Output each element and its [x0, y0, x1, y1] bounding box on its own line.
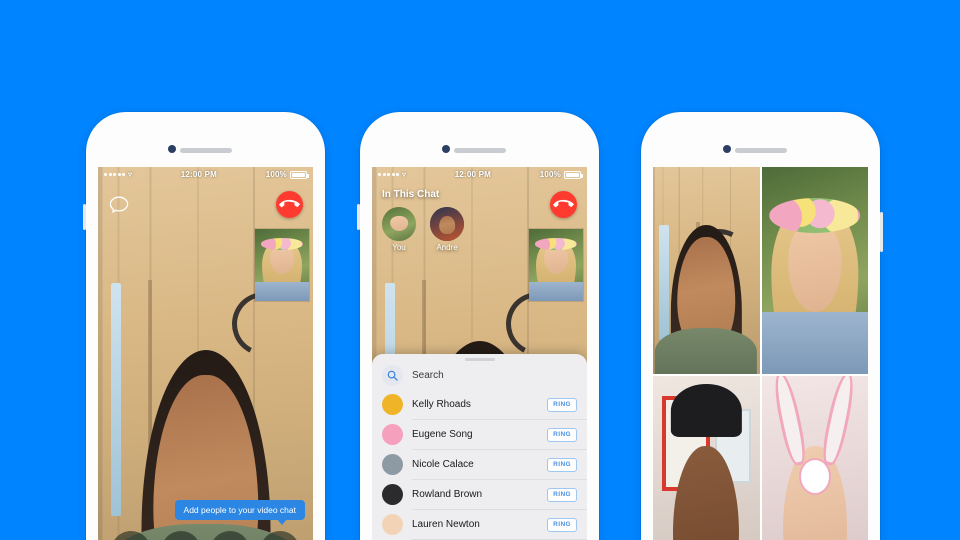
ring-button[interactable]: RING [547, 487, 577, 502]
signal-dots-icon [104, 173, 125, 176]
phone-side-button [357, 204, 360, 230]
status-time: 12:00 PM [180, 170, 218, 179]
self-view-jacket [529, 282, 583, 301]
end-call-button[interactable] [550, 190, 577, 218]
signal-dots-icon [378, 173, 399, 176]
status-time: 12:00 PM [454, 170, 492, 179]
flip-camera-button[interactable] [210, 531, 251, 540]
flower-crown-icon [534, 238, 578, 250]
self-view-pip[interactable] [255, 229, 309, 301]
ring-button[interactable]: RING [547, 517, 577, 532]
phone-1-screen: ▿ 12:00 PM 100% Add people to your video… [98, 167, 313, 540]
contact-name: Eugene Song [412, 429, 473, 440]
phone-2-add-people: ▿ 12:00 PM 100% In This Chat You Andre S… [357, 112, 599, 540]
mute-button[interactable] [160, 531, 201, 540]
participant-tile-2[interactable] [761, 167, 868, 374]
phone-2-screen: ▿ 12:00 PM 100% In This Chat You Andre S… [372, 167, 587, 540]
phone-3-screen [653, 167, 868, 540]
contact-list: Kelly Rhoads RING Eugene Song RING Nicole Ca… [372, 390, 587, 540]
status-bar: ▿ 12:00 PM 100% [98, 167, 313, 182]
ring-button[interactable]: RING [547, 457, 577, 472]
contact-name: Rowland Brown [412, 489, 483, 500]
phone-1-video-call: ▿ 12:00 PM 100% Add people to your video… [83, 112, 325, 540]
search-row[interactable]: Search [372, 361, 587, 390]
self-view-pip[interactable] [529, 229, 583, 301]
ring-button[interactable]: RING [547, 397, 577, 412]
add-people-sheet: Search Kelly Rhoads RING Eugene Song RING Ni… [372, 354, 587, 540]
video-grid [653, 167, 868, 540]
participant-tile-4[interactable] [761, 375, 868, 540]
earpiece-speaker [734, 148, 787, 153]
contact-row[interactable]: Nicole Calace RING [372, 450, 587, 479]
avatar [382, 424, 403, 445]
flower-crown-icon [260, 238, 304, 250]
contact-name: Kelly Rhoads [412, 399, 471, 410]
phone-3-group-video [641, 112, 883, 540]
wifi-icon: ▿ [128, 169, 133, 179]
contact-row[interactable]: Eugene Song RING [372, 420, 587, 449]
front-camera-dot [442, 145, 450, 153]
call-top-bar [98, 182, 313, 226]
avatar [382, 514, 403, 535]
avatar [382, 484, 403, 505]
self-view-jacket [255, 282, 309, 301]
battery-icon [563, 170, 583, 179]
battery-icon [289, 170, 309, 179]
earpiece-speaker [453, 148, 506, 153]
avatar [382, 394, 403, 415]
phone-side-button [880, 212, 883, 252]
contact-name: Lauren Newton [412, 519, 480, 530]
wifi-icon: ▿ [402, 169, 407, 179]
participant-tile-3[interactable] [653, 375, 760, 540]
chat-bubble-icon[interactable] [108, 193, 130, 215]
bunny-ears-icon [770, 375, 860, 468]
front-camera-dot [168, 145, 176, 153]
participant-name: Andre [436, 243, 458, 252]
add-person-button[interactable] [260, 531, 301, 540]
call-controls-bar [98, 520, 313, 540]
contact-name: Nicole Calace [412, 459, 474, 470]
contact-row[interactable]: Lauren Newton RING [372, 510, 587, 539]
battery-percent: 100% [265, 170, 287, 179]
effects-bar [653, 536, 868, 540]
call-top-bar [372, 182, 587, 226]
search-label: Search [412, 370, 444, 381]
phone-side-button [83, 204, 86, 230]
contact-row[interactable]: Rowland Brown RING [372, 480, 587, 509]
front-camera-dot [723, 145, 731, 153]
bunny-nose-icon [798, 458, 831, 496]
contact-row[interactable]: Kelly Rhoads RING [372, 390, 587, 419]
status-bar: ▿ 12:00 PM 100% [372, 167, 587, 182]
video-toggle-button[interactable] [110, 531, 151, 540]
avatar [382, 454, 403, 475]
battery-percent: 100% [539, 170, 561, 179]
ring-button[interactable]: RING [547, 427, 577, 442]
participant-name: You [392, 243, 406, 252]
search-icon [382, 365, 403, 386]
add-people-tooltip: Add people to your video chat [174, 500, 305, 525]
participant-tile-1[interactable] [653, 167, 760, 374]
end-call-button[interactable] [276, 190, 303, 218]
earpiece-speaker [179, 148, 232, 153]
